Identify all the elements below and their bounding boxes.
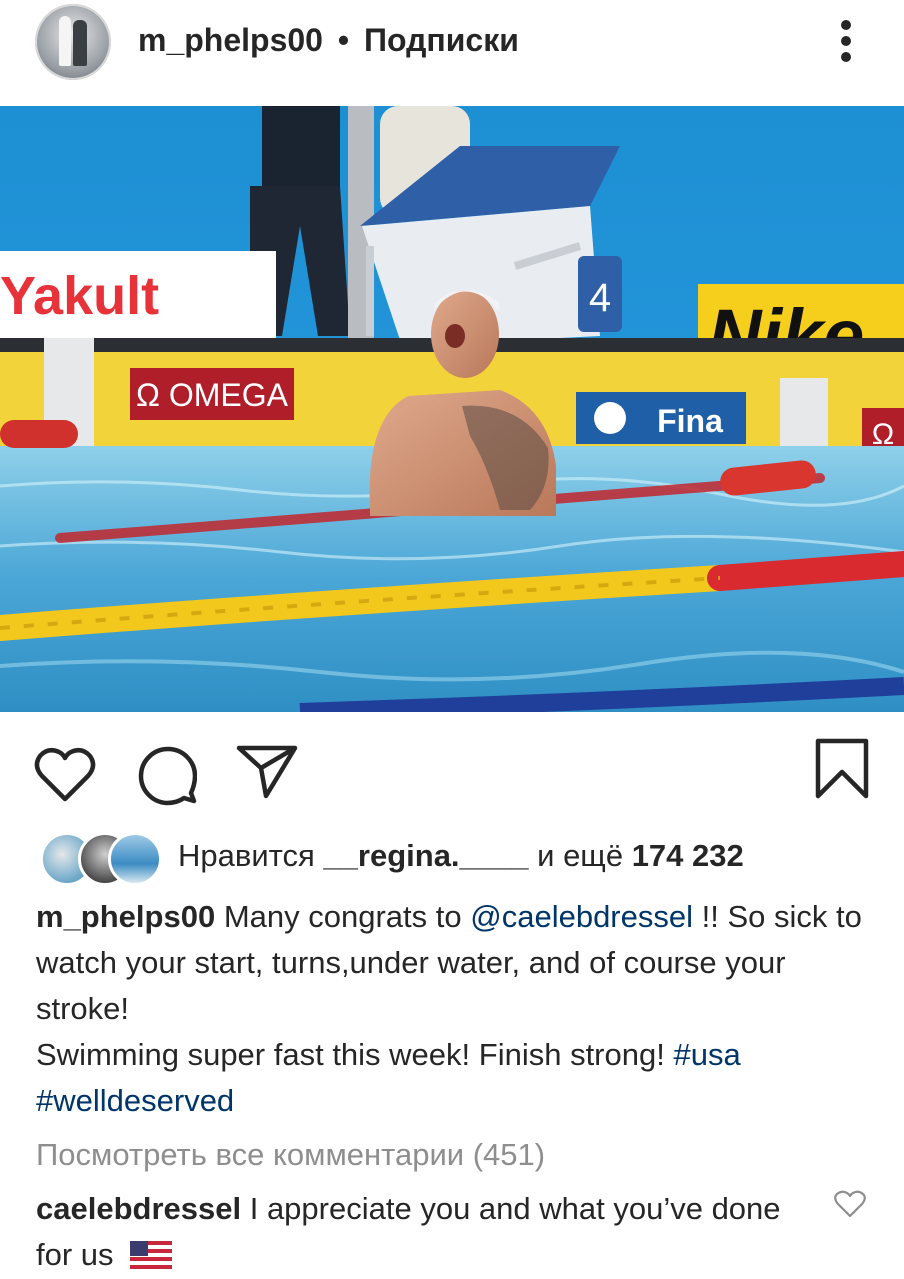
post-actions-bar xyxy=(0,712,904,822)
top-comment: caelebdressel I appreciate you and what … xyxy=(36,1186,816,1278)
caption-mention-link[interactable]: @caelebdressel xyxy=(470,899,693,934)
post-photo[interactable]: 4 Yakult Nike Ω OMEGA Fina Ω xyxy=(0,106,904,712)
hashtag-link[interactable]: #welldeserved xyxy=(36,1083,234,1118)
caption-username[interactable]: m_phelps00 xyxy=(36,899,215,934)
comment-username[interactable]: caelebdressel xyxy=(36,1191,241,1226)
likes-middle: и ещё xyxy=(537,838,624,873)
yakult-banner-text: Yakult xyxy=(0,266,159,326)
view-all-comments-link[interactable]: Посмотреть все комментарии (451) xyxy=(36,1137,545,1173)
likes-row: Нравится __regina.____ и ещё 174 232 xyxy=(0,826,904,886)
heart-outline-icon[interactable] xyxy=(34,746,96,804)
follow-status-button[interactable]: Подписки xyxy=(364,22,519,58)
hashtag-link[interactable]: #usa xyxy=(673,1037,740,1072)
author-username[interactable]: m_phelps00 xyxy=(138,22,323,58)
first-liker-username[interactable]: __regina.____ xyxy=(323,838,528,873)
likes-count[interactable]: 174 232 xyxy=(632,838,744,873)
swimming-pool-photo: 4 Yakult Nike Ω OMEGA Fina Ω xyxy=(0,106,904,712)
lane-number-label: 4 xyxy=(589,276,611,320)
likes-prefix: Нравится xyxy=(178,838,315,873)
omega-board-text: Ω OMEGA xyxy=(136,377,289,413)
bookmark-icon[interactable] xyxy=(815,738,869,800)
caption-text: Many congrats to xyxy=(223,899,462,934)
author-avatar[interactable] xyxy=(35,4,111,80)
comment-heart-icon[interactable] xyxy=(834,1190,866,1218)
comment-bubble-icon[interactable] xyxy=(137,746,197,806)
likes-summary[interactable]: Нравится __regina.____ и ещё 174 232 xyxy=(178,838,744,874)
fina-board-text: Fina xyxy=(657,403,723,439)
post-header: m_phelps00 • Подписки xyxy=(0,0,904,106)
paper-plane-icon[interactable] xyxy=(236,744,298,800)
post-header-text: m_phelps00 • Подписки xyxy=(138,22,519,59)
us-flag-icon xyxy=(130,1241,173,1269)
more-vertical-icon[interactable] xyxy=(836,20,856,64)
caption-text: Swimming super fast this week! Finish st… xyxy=(36,1037,665,1072)
liker-avatar[interactable] xyxy=(108,832,162,886)
separator-dot: • xyxy=(337,22,350,58)
post-caption: m_phelps00 Many congrats to @caelebdress… xyxy=(36,894,866,1124)
